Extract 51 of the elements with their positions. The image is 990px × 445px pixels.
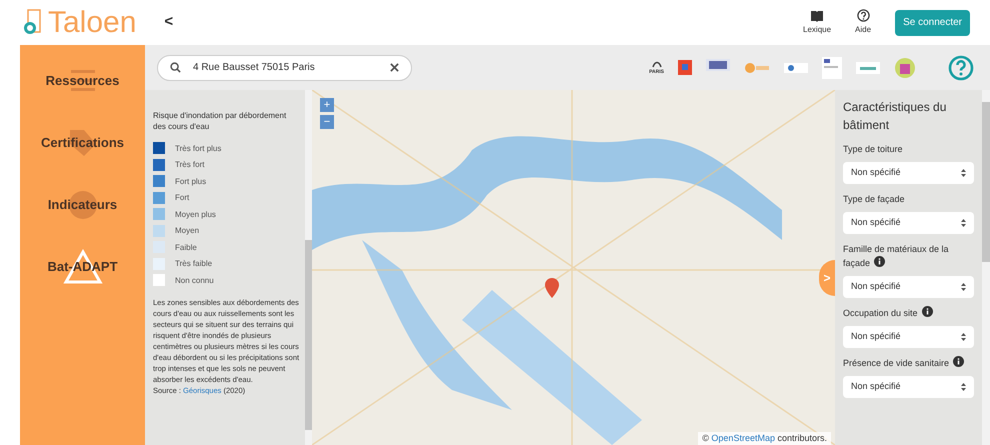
partner-logo	[894, 56, 916, 78]
select-field[interactable]: Non spécifié	[843, 276, 974, 298]
info-icon[interactable]	[953, 356, 964, 367]
partner-logo	[744, 62, 770, 74]
select-arrows-icon	[961, 219, 966, 227]
header-link[interactable]: Lexique	[803, 10, 832, 36]
legend-label: Moyen plus	[175, 208, 216, 220]
panel-title: Caractéristiques du bâtiment	[843, 99, 948, 134]
search-icon	[170, 62, 181, 73]
search-field[interactable]: 4 Rue Bausset 75015 Paris	[157, 54, 412, 80]
select-arrows-icon	[961, 283, 966, 291]
legend-title: Risque d'inondation par débordement des cours d'eau	[153, 110, 288, 132]
map-pin-icon	[545, 278, 559, 298]
back-button[interactable]: <	[164, 11, 174, 34]
select-arrows-icon	[961, 333, 966, 341]
field-label: Type de façade	[843, 193, 906, 206]
logo-text: Taloen	[48, 8, 136, 38]
legend-label: Faible	[175, 242, 197, 253]
sidebar-item[interactable]: Indicateurs	[20, 185, 145, 225]
sidebar-item[interactable]: Certifications	[20, 123, 145, 163]
field-label: Famille de matériaux de la façade	[843, 243, 950, 270]
book-icon	[810, 10, 824, 22]
field-label: Présence de vide sanitaire	[843, 356, 974, 370]
legend-label: Très faible	[175, 258, 212, 270]
search-input[interactable]: 4 Rue Bausset 75015 Paris	[193, 60, 378, 75]
help-icon	[856, 9, 870, 22]
select-arrows-icon	[961, 169, 966, 177]
field-label: Occupation du site	[843, 306, 974, 320]
select-field[interactable]: Non spécifié	[843, 162, 974, 184]
legend-label: Fort	[175, 192, 190, 204]
help-icon[interactable]	[948, 54, 974, 80]
clear-icon[interactable]	[390, 63, 399, 72]
select-field[interactable]: Non spécifié	[843, 326, 974, 348]
partner-logo	[822, 56, 842, 78]
partner-logo	[856, 62, 880, 74]
select-arrows-icon	[961, 383, 966, 391]
legend-label: Moyen	[175, 225, 200, 236]
sidebar-item[interactable]: Ressources	[20, 61, 145, 101]
legend-label: Non connu	[175, 274, 214, 286]
openstreetmap-link[interactable]: OpenStreetMap	[711, 432, 775, 442]
legend-label: Fort plus	[175, 176, 206, 187]
field-label: Type de toiture	[843, 143, 904, 156]
info-icon[interactable]	[874, 256, 886, 267]
partner-logo	[784, 62, 808, 72]
map-attribution: © OpenStreetMap contributors.	[698, 432, 831, 445]
legend-label: Très fort plus	[175, 142, 222, 154]
legend-label: Très fort	[175, 159, 204, 170]
header-link[interactable]: Aide	[855, 9, 872, 36]
info-icon[interactable]	[922, 306, 933, 317]
select-field[interactable]: Non spécifié	[843, 212, 974, 234]
select-field[interactable]: Non spécifié	[843, 376, 974, 398]
